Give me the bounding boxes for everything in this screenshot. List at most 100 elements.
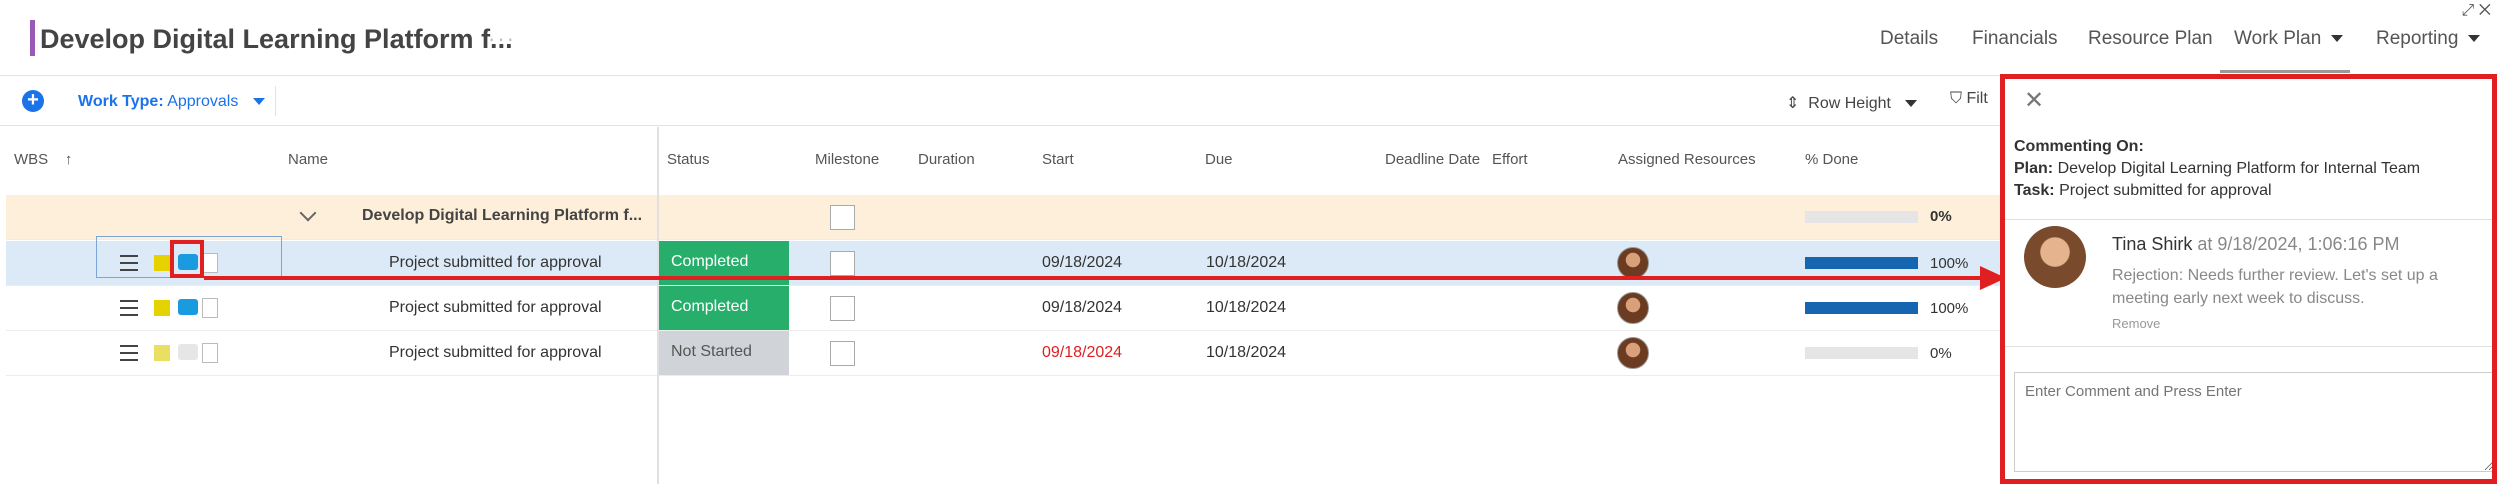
milestone-checkbox[interactable]	[830, 205, 855, 230]
nav-details[interactable]: Details	[1880, 28, 1938, 50]
col-label: WBS	[14, 151, 49, 168]
note-icon[interactable]	[154, 300, 170, 316]
remove-comment-link[interactable]: Remove	[2112, 316, 2160, 331]
nav-reporting[interactable]: Reporting	[2376, 28, 2481, 50]
close-icon[interactable]: ✕	[2024, 86, 2044, 115]
avatar[interactable]	[1617, 337, 1649, 369]
due-date: 10/18/2024	[1206, 254, 1287, 271]
document-icon[interactable]	[202, 298, 218, 318]
task-context: Task: Project submitted for approval	[2014, 182, 2272, 200]
row-icons	[116, 341, 226, 367]
comment-time: at 9/18/2024, 1:06:16 PM	[2197, 234, 2400, 254]
nav-label: Resource Plan	[2088, 28, 2213, 49]
pct-bar	[1805, 257, 1918, 269]
grid-pane-divider[interactable]	[657, 127, 659, 484]
row-height-button[interactable]: ⇕ Row Height	[1786, 93, 1918, 113]
due-date: 10/18/2024	[1206, 299, 1287, 316]
menu-icon[interactable]	[120, 345, 138, 361]
start-date: 09/18/2024	[1042, 344, 1123, 361]
annotation-highlight-box	[170, 240, 204, 278]
work-type-value: Approvals	[167, 93, 239, 110]
col-header-deadline[interactable]: Deadline Date	[1385, 151, 1480, 168]
milestone-checkbox[interactable]	[830, 251, 855, 276]
avatar	[2024, 226, 2086, 288]
col-header-duration[interactable]: Duration	[918, 151, 975, 168]
page-header: Develop Digital Learning Platform f... ·…	[0, 0, 2497, 76]
nav-resource-plan[interactable]: Resource Plan	[2088, 28, 2213, 50]
task-label: Task:	[2014, 182, 2055, 199]
comment-icon[interactable]	[178, 344, 198, 360]
caret-down-icon	[1905, 100, 1918, 108]
add-icon[interactable]: +	[22, 90, 44, 112]
start-date: 09/18/2024	[1042, 254, 1123, 271]
table-row[interactable]: Project submitted for approval Completed…	[6, 286, 2000, 331]
milestone-checkbox[interactable]	[830, 296, 855, 321]
nav-active-indicator	[2220, 70, 2350, 73]
nav-financials[interactable]: Financials	[1972, 28, 2058, 50]
comment-icon[interactable]	[178, 299, 198, 315]
window-controls: ⤢ ✕	[2462, 2, 2491, 20]
title-accent-bar	[30, 20, 35, 56]
caret-down-icon	[252, 98, 265, 106]
table-row[interactable]: Project submitted for approval Not Start…	[6, 331, 2000, 376]
work-type-dropdown[interactable]: Work Type: Approvals	[78, 93, 265, 111]
chevron-down-icon[interactable]	[299, 204, 317, 222]
pct-fill	[1805, 302, 1918, 314]
col-header-assigned[interactable]: Assigned Resources	[1618, 151, 1756, 168]
col-header-name[interactable]: Name	[288, 151, 328, 168]
start-date: 09/18/2024	[1042, 299, 1123, 316]
col-header-effort[interactable]: Effort	[1492, 151, 1528, 168]
row-height-label: Row Height	[1808, 95, 1891, 112]
close-icon[interactable]: ✕	[2479, 2, 2491, 19]
toolbar-divider	[275, 86, 276, 116]
nav-work-plan[interactable]: Work Plan	[2234, 28, 2344, 50]
status-badge[interactable]: Not Started	[659, 331, 789, 375]
col-header-pct-done[interactable]: % Done	[1805, 151, 1858, 168]
comment-input[interactable]	[2014, 372, 2494, 472]
row-icons	[116, 296, 226, 322]
pct-label: 0%	[1930, 208, 1952, 225]
status-badge[interactable]: Completed	[659, 286, 789, 330]
comment-author: Tina Shirk	[2112, 234, 2193, 254]
comment-header: Tina Shirk at 9/18/2024, 1:06:16 PM	[2112, 234, 2400, 255]
filter-button[interactable]: ⛉ Filt	[1950, 90, 1988, 108]
milestone-checkbox[interactable]	[830, 341, 855, 366]
work-type-label: Work Type:	[78, 93, 164, 110]
pct-label: 0%	[1930, 345, 1952, 362]
caret-down-icon	[2331, 35, 2344, 43]
task-name: Project submitted for approval	[389, 344, 602, 361]
col-header-status[interactable]: Status	[667, 151, 710, 168]
pct-fill	[1805, 257, 1918, 269]
work-plan-grid: WBS ↑ Name Status Milestone Duration Sta…	[0, 127, 2000, 484]
plan-value: Develop Digital Learning Platform for In…	[2057, 160, 2421, 177]
annotation-arrow-line	[204, 276, 1994, 280]
commenting-on-heading: Commenting On:	[2014, 138, 2144, 155]
comment-panel: ✕ Commenting On: Plan: Develop Digital L…	[2003, 76, 2497, 484]
col-header-start[interactable]: Start	[1042, 151, 1074, 168]
note-icon[interactable]	[154, 345, 170, 361]
expand-icon[interactable]: ⤢	[2462, 2, 2475, 19]
nav-label: Reporting	[2376, 28, 2459, 49]
filter-label: Filt	[1966, 90, 1988, 107]
task-value: Project submitted for approval	[2059, 182, 2272, 199]
col-header-milestone[interactable]: Milestone	[815, 151, 879, 168]
due-date: 10/18/2024	[1206, 344, 1287, 361]
page-title: Develop Digital Learning Platform f...	[40, 24, 513, 54]
group-row[interactable]: Develop Digital Learning Platform f... 0…	[6, 195, 2000, 240]
document-icon[interactable]	[202, 343, 218, 363]
more-options-icon[interactable]: ···	[488, 26, 516, 52]
task-name: Project submitted for approval	[389, 299, 602, 316]
col-header-wbs[interactable]: WBS ↑	[14, 151, 72, 168]
pct-label: 100%	[1930, 255, 1969, 272]
col-header-due[interactable]: Due	[1205, 151, 1233, 168]
menu-icon[interactable]	[120, 300, 138, 316]
sort-up-icon[interactable]: ↑	[65, 151, 73, 168]
group-name: Develop Digital Learning Platform f...	[362, 207, 643, 224]
comment-text: Rejection: Needs further review. Let's s…	[2112, 267, 2438, 307]
task-name: Project submitted for approval	[389, 254, 602, 271]
avatar[interactable]	[1617, 292, 1649, 324]
pct-label: 100%	[1930, 300, 1969, 317]
pct-bar	[1805, 347, 1918, 359]
caret-down-icon	[2468, 35, 2481, 43]
avatar[interactable]	[1617, 247, 1649, 279]
